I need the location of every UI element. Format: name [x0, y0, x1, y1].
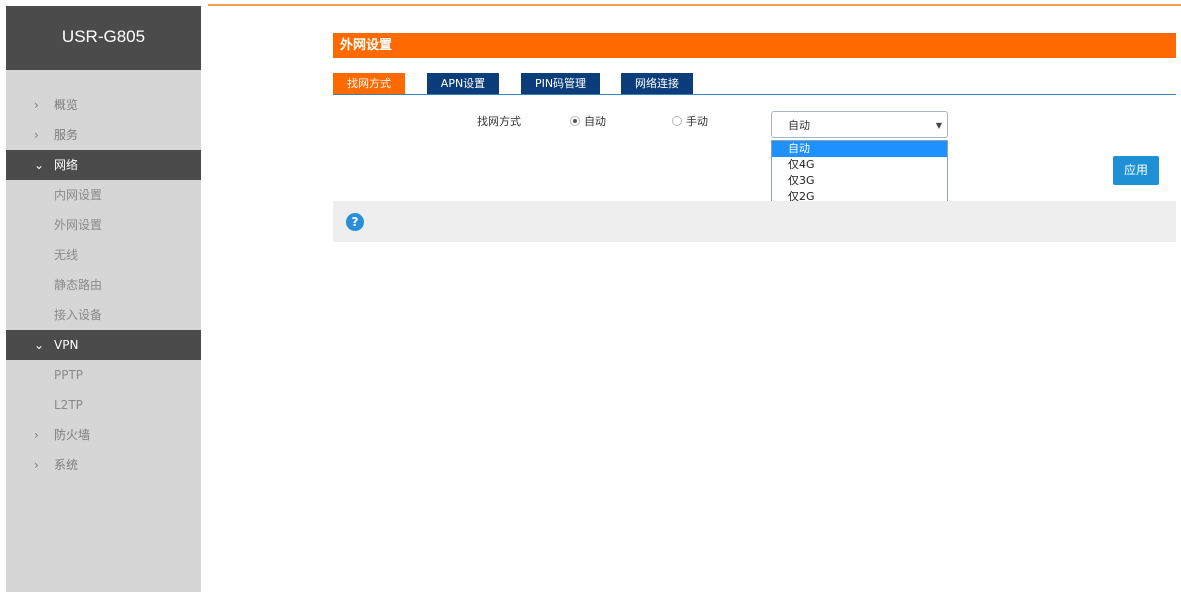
brand-title: USR-G805	[6, 6, 201, 70]
radio-auto[interactable]: 自动	[570, 113, 606, 129]
option-3g-only[interactable]: 仅3G	[772, 173, 947, 189]
apply-button[interactable]: 应用	[1113, 156, 1159, 185]
radio-auto-label: 自动	[584, 115, 606, 128]
chevron-right-icon: ›	[34, 428, 39, 442]
sidebar-nav: › 概览 › 服务 ⌄ 网络 内网设置 外网设置 无线 静态路由 接入设备 ⌄ …	[6, 90, 201, 480]
top-accent-line	[208, 4, 1181, 6]
help-icon[interactable]: ?	[346, 213, 364, 231]
sidebar-item-static-routes[interactable]: 静态路由	[6, 270, 201, 300]
tab-pin-management[interactable]: PIN码管理	[521, 73, 600, 94]
help-panel: ?	[333, 201, 1176, 242]
chevron-down-icon: ⌄	[34, 338, 45, 352]
network-mode-select[interactable]: 自动 ▼	[771, 111, 948, 138]
tab-apn-settings[interactable]: APN设置	[427, 73, 499, 94]
network-mode-select-value: 自动	[788, 119, 810, 132]
sidebar-item-l2tp[interactable]: L2TP	[6, 390, 201, 420]
chevron-right-icon: ›	[34, 458, 39, 472]
caret-down-icon: ▼	[935, 121, 942, 130]
sidebar-item-system[interactable]: › 系统	[6, 450, 201, 480]
network-mode-dropdown: 自动 仅4G 仅3G 仅2G	[771, 140, 948, 208]
chevron-down-icon: ⌄	[34, 158, 45, 172]
sidebar-item-label: 防火墙	[54, 428, 91, 442]
tab-network-connection[interactable]: 网络连接	[621, 73, 693, 94]
sidebar: USR-G805 › 概览 › 服务 ⌄ 网络 内网设置 外网设置 无线 静态路…	[6, 6, 201, 592]
sidebar-item-wan-settings[interactable]: 外网设置	[6, 210, 201, 240]
sidebar-item-firewall[interactable]: › 防火墙	[6, 420, 201, 450]
sidebar-item-label: 系统	[54, 458, 79, 472]
sidebar-item-network[interactable]: ⌄ 网络	[6, 150, 201, 180]
sidebar-item-label: VPN	[54, 338, 79, 352]
option-4g-only[interactable]: 仅4G	[772, 157, 947, 173]
sidebar-item-label: 概览	[54, 98, 79, 112]
page-title: 外网设置	[333, 33, 1176, 58]
radio-manual[interactable]: 手动	[672, 113, 708, 129]
sidebar-item-wireless[interactable]: 无线	[6, 240, 201, 270]
network-search-row: 找网方式 自动 手动	[0, 113, 1181, 133]
option-auto[interactable]: 自动	[772, 141, 947, 157]
network-search-label: 找网方式	[477, 115, 521, 128]
radio-checked-icon	[570, 116, 580, 126]
tab-bar: 找网方式 APN设置 PIN码管理 网络连接	[333, 73, 1176, 95]
radio-manual-label: 手动	[686, 115, 708, 128]
sidebar-item-lan-settings[interactable]: 内网设置	[6, 180, 201, 210]
sidebar-item-vpn[interactable]: ⌄ VPN	[6, 330, 201, 360]
sidebar-item-connected-devices[interactable]: 接入设备	[6, 300, 201, 330]
sidebar-item-pptp[interactable]: PPTP	[6, 360, 201, 390]
tab-network-search[interactable]: 找网方式	[333, 73, 405, 94]
radio-unchecked-icon	[672, 116, 682, 126]
sidebar-item-label: 网络	[54, 158, 79, 172]
